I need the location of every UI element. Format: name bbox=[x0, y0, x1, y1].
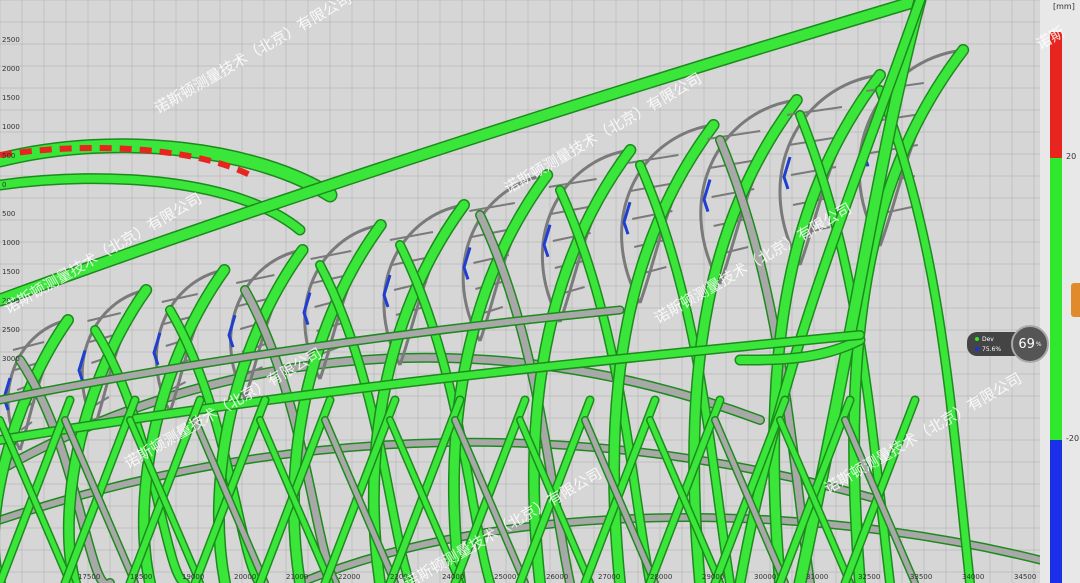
x-tick-label: 17500 bbox=[78, 573, 101, 581]
y-tick-label: 2500 bbox=[2, 36, 20, 44]
stat-row-2: 75.6% bbox=[975, 346, 1001, 353]
3d-viewport[interactable]: 2500 2000 1500 1000 500 0 500 1000 1500 2000 2500 3… bbox=[0, 0, 1080, 583]
x-tick-label: 24000 bbox=[442, 573, 465, 581]
y-tick-label: 500 bbox=[2, 152, 16, 160]
stat-row-1-label: Dev bbox=[982, 336, 994, 343]
x-tick-label: 34500 bbox=[1014, 573, 1037, 581]
legend-tick-low: -20 bbox=[1066, 434, 1080, 443]
scale-band-ok bbox=[1050, 158, 1062, 440]
y-tick-label: 500 bbox=[2, 210, 16, 218]
deviation-patch-blue bbox=[382, 274, 392, 308]
deviation-model[interactable] bbox=[0, 0, 1040, 583]
x-tick-label: 30000 bbox=[754, 573, 777, 581]
percentage-gauge: 69% bbox=[1011, 325, 1049, 363]
y-tick-label: 1500 bbox=[2, 268, 20, 276]
gauge-value: 69 bbox=[1018, 336, 1035, 352]
x-tick-label: 19000 bbox=[182, 573, 205, 581]
x-tick-label: 25000 bbox=[494, 573, 517, 581]
x-tick-label: 33500 bbox=[910, 573, 933, 581]
x-tick-label: 20000 bbox=[234, 573, 257, 581]
x-tick-label: 26000 bbox=[546, 573, 569, 581]
x-tick-label: 34000 bbox=[962, 573, 985, 581]
stat-dot-icon bbox=[975, 347, 979, 351]
stat-row-2-label: 75.6% bbox=[982, 346, 1002, 353]
y-tick-label: 1000 bbox=[2, 239, 20, 247]
scale-band-low bbox=[1050, 440, 1062, 583]
x-tick-label: 31000 bbox=[806, 573, 829, 581]
x-tick-label: 22000 bbox=[338, 573, 361, 581]
deviation-patch-blue bbox=[302, 292, 312, 326]
y-tick-label: 3000 bbox=[2, 355, 20, 363]
y-tick-label: 0 bbox=[2, 181, 7, 189]
x-tick-label: 32500 bbox=[858, 573, 881, 581]
stats-widget[interactable]: Dev 75.6% 69% bbox=[967, 325, 1049, 363]
x-tick-label: 27000 bbox=[598, 573, 621, 581]
color-scale-bar bbox=[1050, 32, 1062, 583]
y-tick-label: 2000 bbox=[2, 65, 20, 73]
y-tick-label: 2500 bbox=[2, 326, 20, 334]
y-tick-label: 1500 bbox=[2, 94, 20, 102]
x-tick-label: 18500 bbox=[130, 573, 153, 581]
x-tick-label: 21000 bbox=[286, 573, 309, 581]
legend-unit: [mm] bbox=[1053, 2, 1075, 11]
stat-dot-icon bbox=[975, 337, 979, 341]
legend-tick-high: 20 bbox=[1066, 152, 1077, 161]
x-tick-label: 28000 bbox=[650, 573, 673, 581]
x-tick-label: 29000 bbox=[702, 573, 725, 581]
scale-band-high bbox=[1050, 32, 1062, 158]
stat-row-1: Dev bbox=[975, 336, 994, 343]
gauge-unit: % bbox=[1035, 340, 1042, 348]
panel-toggle-tab[interactable] bbox=[1071, 283, 1080, 317]
y-tick-label: 1000 bbox=[2, 123, 20, 131]
